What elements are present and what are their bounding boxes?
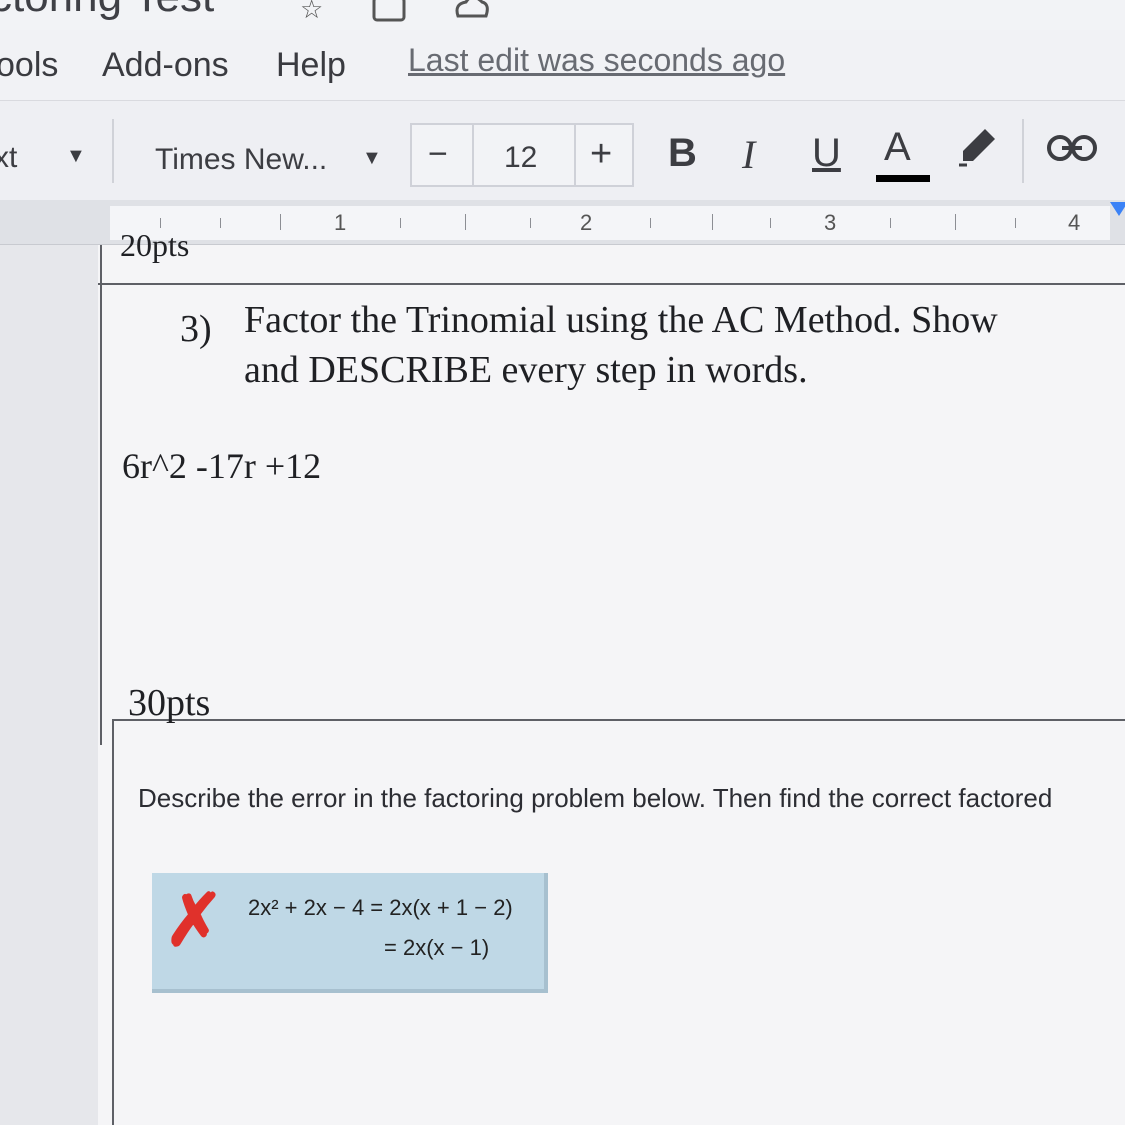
ruler-tick	[890, 218, 891, 228]
chevron-down-icon[interactable]: ▼	[66, 145, 86, 168]
toolbar-divider	[112, 119, 114, 183]
document-title[interactable]: ctoring Test	[0, 0, 214, 22]
font-name-dropdown[interactable]: Times New...	[155, 143, 327, 177]
text-color-button[interactable]: A	[884, 125, 911, 170]
error-equation-line: 2x² + 2x − 4 = 2x(x + 1 − 2)	[248, 895, 513, 920]
table-border	[112, 719, 1125, 721]
font-size-input[interactable]: 12	[504, 141, 537, 175]
question-number: 3)	[180, 308, 212, 350]
folder-move-icon[interactable]	[372, 0, 408, 30]
error-equation-line: = 2x(x − 1)	[384, 935, 490, 960]
ruler-number: 3	[824, 210, 837, 235]
indent-marker-icon[interactable]	[1110, 202, 1125, 216]
bold-button[interactable]: B	[668, 131, 697, 176]
ruler-tick	[955, 214, 956, 230]
ruler-tick	[280, 214, 281, 230]
menu-help[interactable]: Help	[276, 46, 346, 85]
trinomial-expression: 6r^2 -17r +12	[122, 446, 322, 486]
ruler-tick	[465, 214, 466, 230]
menu-bar: ools Add-ons Help Last edit was seconds …	[0, 30, 1125, 100]
ruler-tick	[650, 218, 651, 228]
cloud-status-icon[interactable]	[452, 0, 492, 30]
menu-tools[interactable]: ools	[0, 46, 58, 85]
ruler-track	[110, 206, 1110, 240]
style-dropdown-label[interactable]: xt	[0, 141, 17, 175]
question-text: Factor the Trinomial using the AC Method…	[244, 295, 1104, 395]
points-label: 30pts	[128, 682, 211, 724]
document-area: 20pts 3) Factor the Trinomial using the …	[0, 227, 1125, 1125]
table-border	[98, 283, 1125, 285]
title-strip: ctoring Test ☆	[0, 0, 1125, 30]
table-border	[100, 245, 102, 745]
error-x-icon: ✗	[164, 881, 225, 961]
table-border	[112, 719, 114, 1125]
ruler-tick	[400, 218, 401, 228]
size-divider	[574, 125, 576, 185]
question-line: Factor the Trinomial using the AC Method…	[244, 299, 998, 341]
increase-font-size-button[interactable]: +	[590, 133, 612, 176]
ruler-tick	[712, 214, 713, 230]
ruler-tick	[530, 218, 531, 228]
text-color-swatch	[876, 175, 930, 182]
last-edit-link[interactable]: Last edit was seconds ago	[408, 42, 785, 79]
question-line: and DESCRIBE every step in words.	[244, 349, 808, 391]
describe-error-prompt: Describe the error in the factoring prob…	[138, 783, 1053, 813]
ruler-tick	[770, 218, 771, 228]
error-example-box: ✗ 2x² + 2x − 4 = 2x(x + 1 − 2) = 2x(x − …	[152, 873, 548, 993]
toolbar-divider	[1022, 119, 1024, 183]
ruler-number: 4	[1068, 210, 1081, 235]
highlight-pen-icon[interactable]	[955, 125, 999, 174]
chevron-down-icon[interactable]: ▼	[362, 147, 382, 170]
star-icon[interactable]: ☆	[300, 0, 323, 25]
ruler-tick	[220, 218, 221, 228]
italic-button[interactable]: I	[742, 131, 755, 178]
link-icon[interactable]	[1046, 131, 1098, 170]
ruler-number: 2	[580, 210, 593, 235]
previous-points-label: 20pts	[120, 227, 190, 263]
ruler-number: 1	[334, 210, 347, 235]
decrease-font-size-button[interactable]: −	[428, 135, 448, 174]
toolbar: xt ▼ Times New... ▼ − 12 + B I U A	[0, 100, 1125, 201]
menu-addons[interactable]: Add-ons	[102, 46, 229, 85]
size-divider	[472, 125, 474, 185]
underline-button[interactable]: U	[812, 131, 841, 176]
ruler-tick	[1015, 218, 1016, 228]
